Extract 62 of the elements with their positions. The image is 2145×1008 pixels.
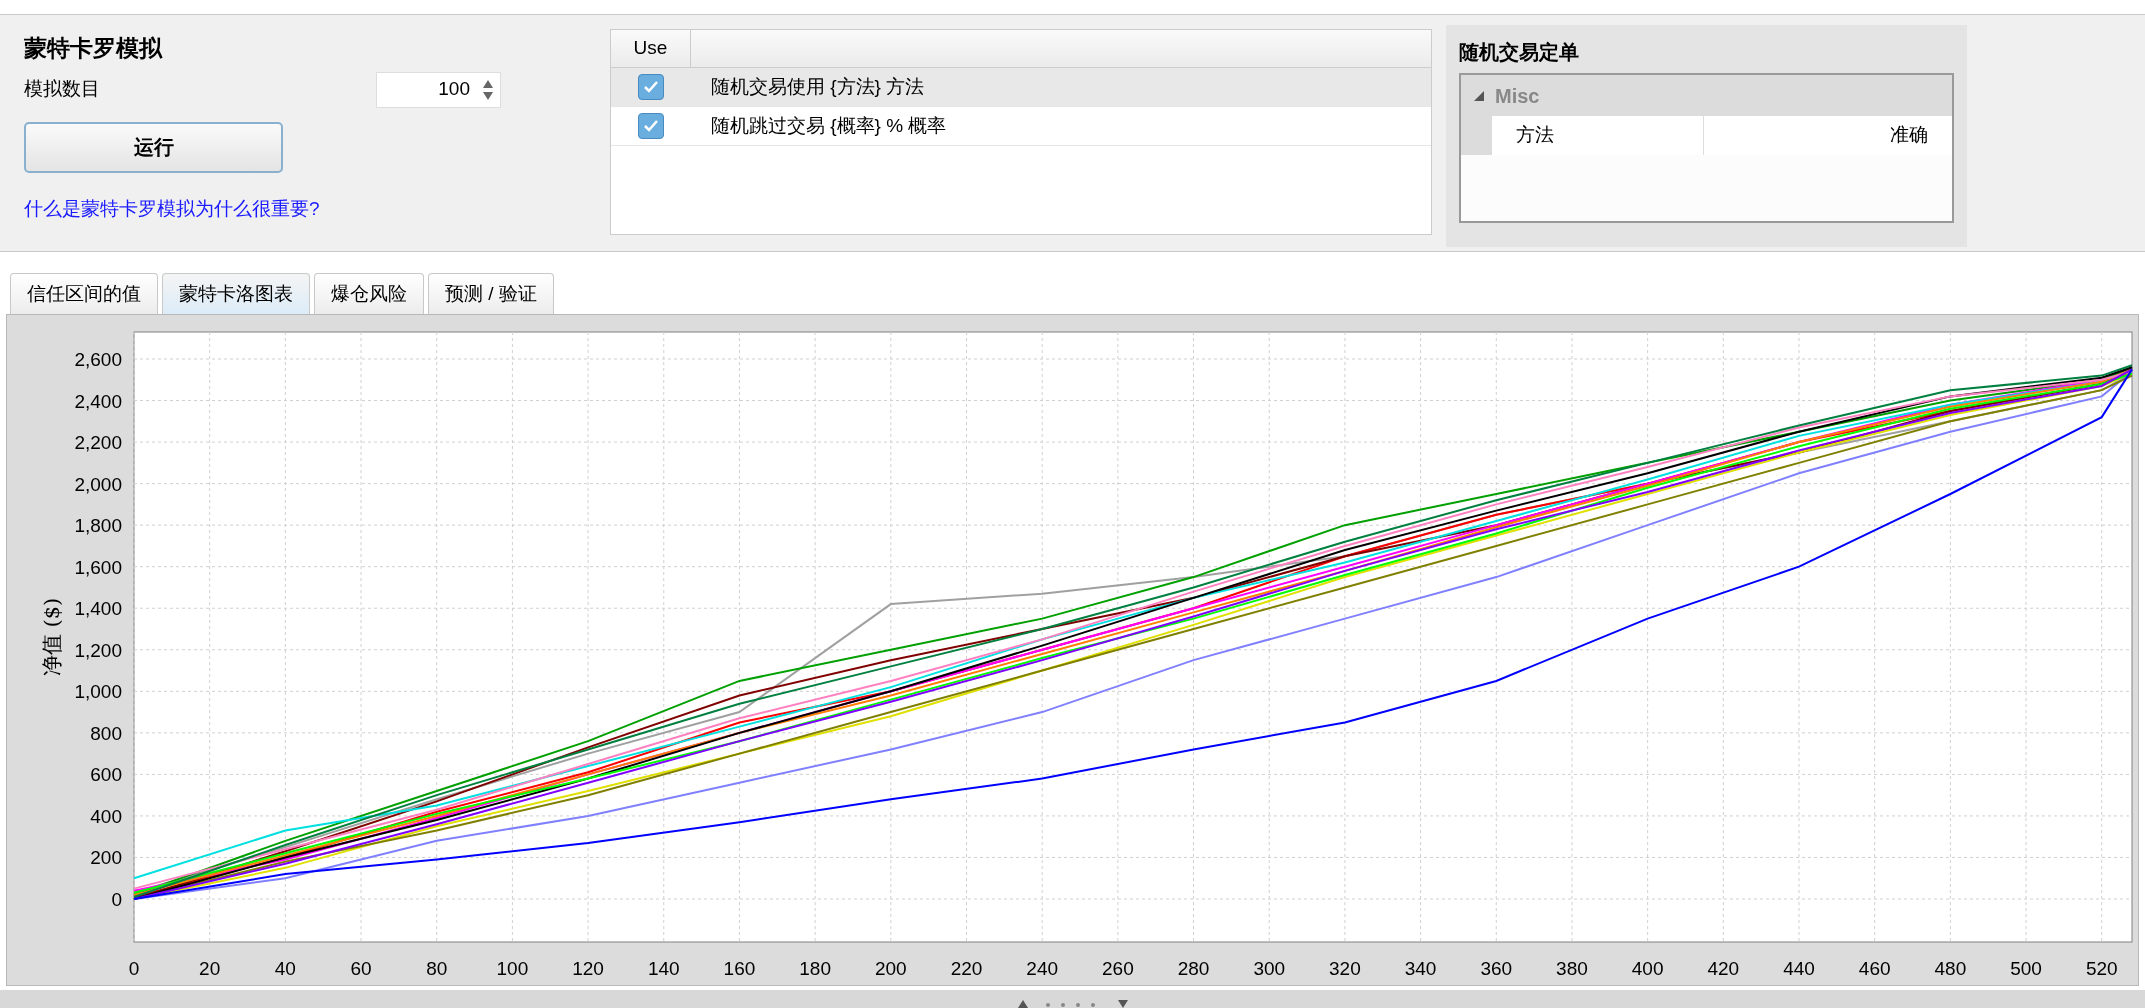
panel-title: 蒙特卡罗模拟 xyxy=(24,34,164,63)
x-tick-label: 280 xyxy=(1177,958,1210,979)
field-label: 模拟数目 xyxy=(24,77,101,102)
splitter-handle-icon[interactable] xyxy=(1017,998,1128,1008)
y-tick-label: 2,600 xyxy=(74,349,122,370)
y-tick-label: 1,400 xyxy=(74,598,122,620)
x-tick-label: 160 xyxy=(723,958,756,979)
y-axis-label: 净值 ($) xyxy=(40,597,64,677)
rule-text: 随机交易使用 {方法} 方法 xyxy=(711,74,925,99)
y-tick-label: 0 xyxy=(111,889,122,910)
x-tick-label: 180 xyxy=(799,958,831,979)
y-tick-label: 400 xyxy=(90,805,122,827)
x-tick-label: 140 xyxy=(647,958,680,979)
x-tick-label: 80 xyxy=(426,958,448,979)
table-row[interactable]: 随机交易使用 {方法} 方法 xyxy=(611,68,1431,107)
tab[interactable]: 预测 / 验证 xyxy=(428,273,554,314)
expand-triangle-icon[interactable] xyxy=(1473,89,1485,102)
y-tick-label: 800 xyxy=(90,722,122,744)
x-tick-label: 60 xyxy=(350,958,372,979)
checkbox[interactable] xyxy=(638,113,664,139)
x-tick-label: 420 xyxy=(1707,958,1740,979)
x-tick-label: 20 xyxy=(199,958,221,979)
x-tick-label: 240 xyxy=(1026,958,1059,979)
rule-text: 随机跳过交易 {概率} % 概率 xyxy=(711,113,947,138)
y-tick-label: 1,800 xyxy=(74,515,122,537)
x-tick-label: 460 xyxy=(1858,958,1891,979)
x-tick-label: 220 xyxy=(950,958,983,979)
x-tick-label: 520 xyxy=(2085,958,2118,979)
run-button[interactable]: 运行 xyxy=(24,121,283,173)
y-tick-label: 200 xyxy=(90,847,122,869)
x-tick-label: 340 xyxy=(1404,958,1437,979)
x-tick-label: 400 xyxy=(1631,958,1664,979)
x-tick-label: 300 xyxy=(1253,958,1286,979)
properties-title: 随机交易定单 xyxy=(1459,40,1580,65)
x-tick-label: 500 xyxy=(2010,958,2042,979)
x-tick-label: 200 xyxy=(874,958,907,979)
help-link[interactable]: 什么是蒙特卡罗模拟为什么很重要? xyxy=(24,194,610,223)
x-tick-label: 120 xyxy=(572,958,604,979)
y-tick-label: 2,400 xyxy=(74,390,122,412)
y-tick-label: 1,600 xyxy=(74,556,122,578)
y-tick-label: 2,200 xyxy=(74,432,122,454)
x-tick-label: 0 xyxy=(128,958,140,979)
x-tick-label: 360 xyxy=(1480,958,1513,979)
x-tick-label: 260 xyxy=(1102,958,1134,979)
y-tick-label: 2,000 xyxy=(74,473,122,495)
tab[interactable]: 爆仓风险 xyxy=(314,273,424,314)
x-tick-label: 320 xyxy=(1329,958,1361,979)
y-tick-label: 1,000 xyxy=(74,681,122,703)
tab[interactable]: 信任区间的值 xyxy=(10,273,158,314)
checkbox[interactable] xyxy=(638,74,664,100)
property-name: 方法 xyxy=(1492,116,1704,155)
number-spinner[interactable]: 100 xyxy=(376,71,501,108)
x-tick-label: 380 xyxy=(1556,958,1588,979)
x-tick-label: 40 xyxy=(274,958,296,979)
x-tick-label: 100 xyxy=(496,958,529,979)
x-tick-label: 440 xyxy=(1783,958,1815,979)
property-value[interactable]: 准确 xyxy=(1704,116,1952,155)
tab[interactable]: 蒙特卡洛图表 xyxy=(162,273,310,314)
column-header: Use xyxy=(611,30,691,67)
y-tick-label: 1,200 xyxy=(74,639,122,661)
x-tick-label: 480 xyxy=(1934,958,1967,979)
y-tick-label: 600 xyxy=(90,764,122,786)
